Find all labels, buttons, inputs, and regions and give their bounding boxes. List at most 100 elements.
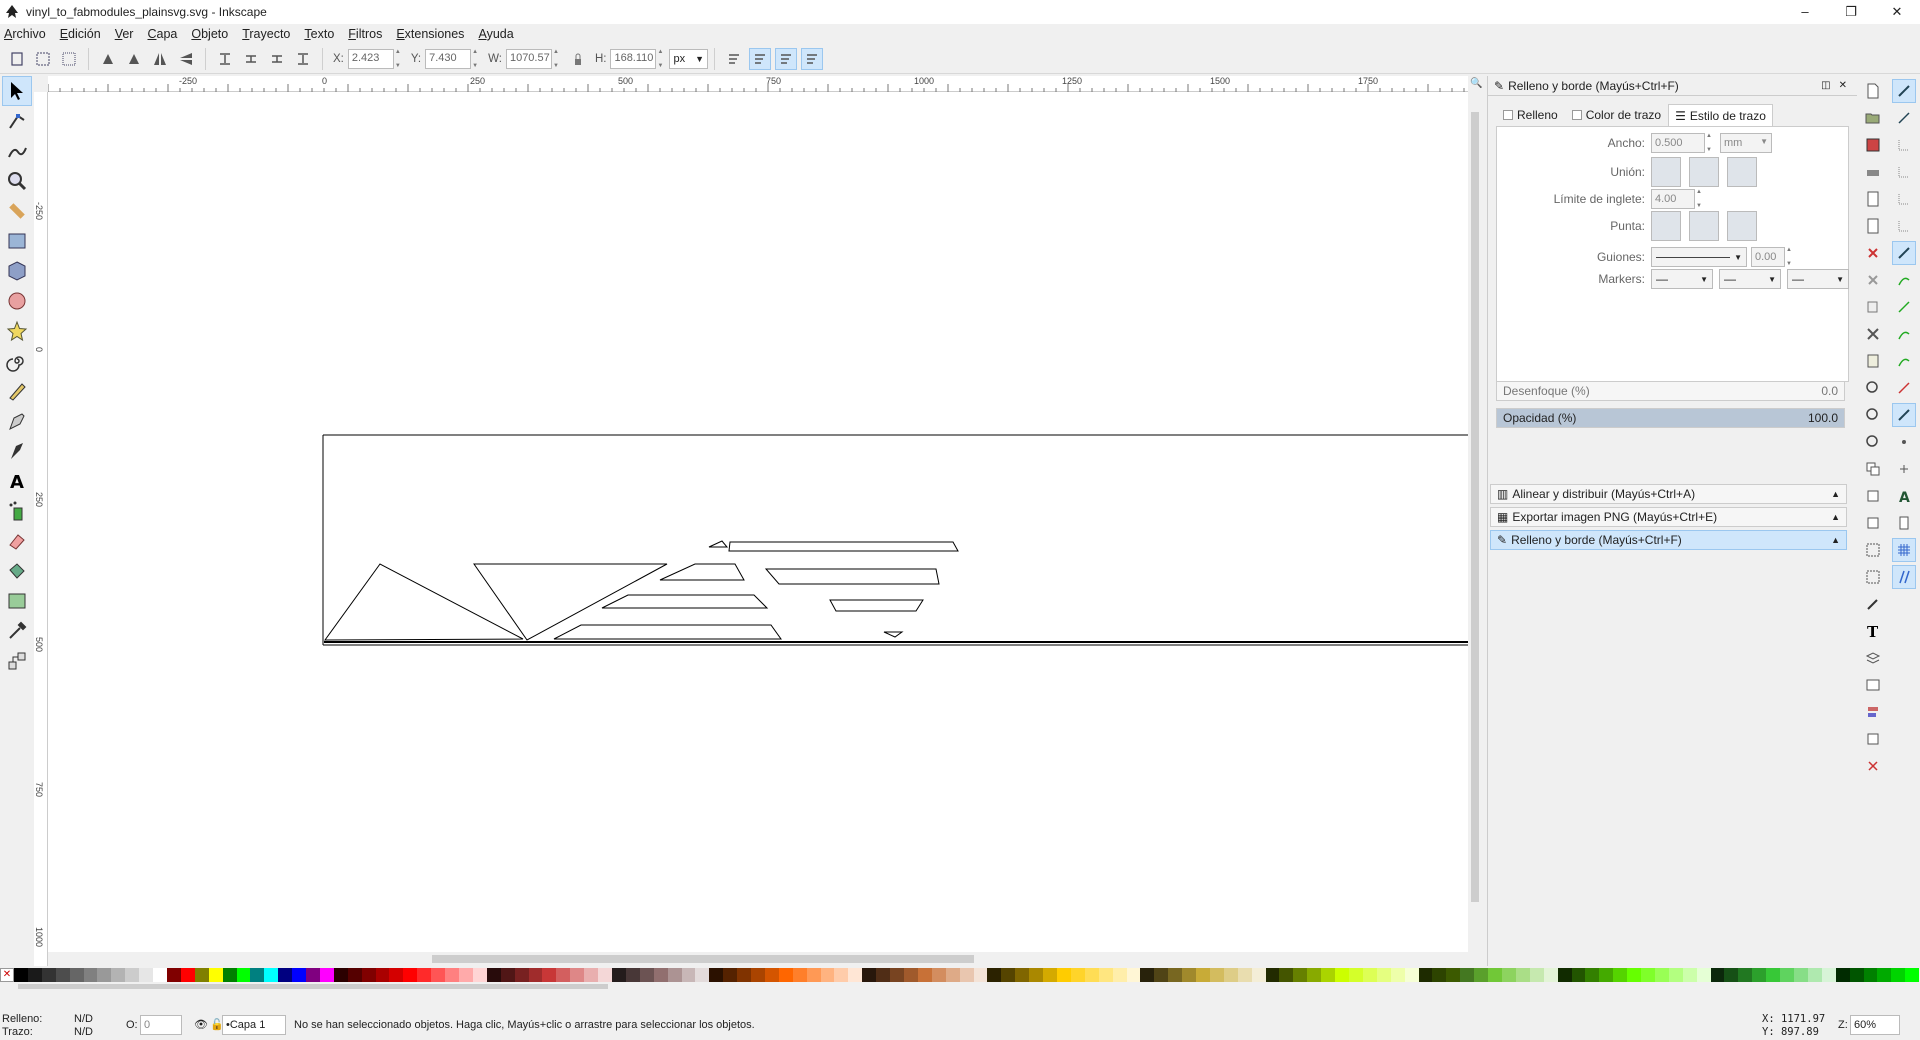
paint-bucket-tool-icon[interactable] <box>2 556 32 586</box>
cut-icon[interactable] <box>1861 322 1885 346</box>
color-swatch[interactable] <box>1501 968 1516 982</box>
color-swatch[interactable] <box>737 968 752 982</box>
color-swatch[interactable] <box>1015 968 1030 982</box>
select-all-layers-icon[interactable] <box>32 48 54 70</box>
raise-icon[interactable] <box>266 48 288 70</box>
color-swatch[interactable] <box>111 968 126 982</box>
color-swatch[interactable] <box>764 968 779 982</box>
color-swatch[interactable] <box>1891 968 1906 982</box>
x-input[interactable]: 2.423 <box>347 48 394 69</box>
color-swatch[interactable] <box>1682 968 1697 982</box>
color-swatch[interactable] <box>1070 968 1085 982</box>
tweak-tool-icon[interactable] <box>2 136 32 166</box>
color-swatch[interactable] <box>459 968 473 982</box>
unit-select[interactable]: px ▼ <box>669 48 708 69</box>
color-swatch[interactable] <box>1474 968 1489 982</box>
eraser-tool-icon[interactable] <box>2 526 32 556</box>
shape-strip-3[interactable] <box>659 563 745 581</box>
color-swatch[interactable] <box>1696 968 1711 982</box>
maximize-button[interactable]: ❐ <box>1828 0 1874 24</box>
zoom-input[interactable]: 60% <box>1850 1015 1900 1035</box>
snap-bbox-corners-icon[interactable] <box>1892 160 1916 184</box>
color-swatch[interactable] <box>1265 968 1280 982</box>
snap-guides-icon[interactable] <box>1892 565 1916 589</box>
zoom-drawing-icon[interactable] <box>1861 403 1885 427</box>
flip-horizontal-icon[interactable] <box>149 48 171 70</box>
text-font-icon[interactable]: T <box>1861 619 1885 643</box>
blur-slider[interactable]: Desenfoque (%) 0.0 <box>1496 381 1845 401</box>
drawing-canvas[interactable] <box>48 92 1468 952</box>
3d-box-tool-icon[interactable] <box>2 256 32 286</box>
color-palette[interactable]: ✕ <box>0 968 1920 982</box>
color-swatch[interactable] <box>194 968 209 982</box>
zoom-tool-icon[interactable] <box>2 166 32 196</box>
miter-limit-input[interactable]: 4.00 <box>1651 189 1695 209</box>
tab-estilo-trazo[interactable]: ☰ Estilo de trazo <box>1668 104 1773 126</box>
stroke-width-spinner[interactable]: ▲ ▼ <box>1706 133 1714 153</box>
color-swatch[interactable] <box>890 968 904 982</box>
snap-bbox-icon[interactable] <box>1892 106 1916 130</box>
opacity-input[interactable]: 0 <box>140 1015 182 1035</box>
color-swatch[interactable] <box>667 968 682 982</box>
color-swatch[interactable] <box>1585 968 1600 982</box>
color-swatch[interactable] <box>987 968 1002 982</box>
pen-tool-icon[interactable] <box>2 406 32 436</box>
color-swatch[interactable] <box>1349 968 1363 982</box>
color-swatch[interactable] <box>14 968 28 982</box>
color-swatch[interactable] <box>1752 968 1767 982</box>
color-swatch[interactable] <box>1029 968 1044 982</box>
pencil-tool-icon[interactable] <box>2 376 32 406</box>
color-swatch[interactable] <box>1529 968 1544 982</box>
cap-round-icon[interactable] <box>1689 211 1719 241</box>
no-paint-swatch[interactable]: ✕ <box>0 968 14 982</box>
color-swatch[interactable] <box>1571 968 1586 982</box>
tab-relleno[interactable]: Relleno <box>1496 104 1565 126</box>
snap-text-baseline-icon[interactable]: A <box>1892 484 1916 508</box>
h-input[interactable]: 168.110 <box>610 48 657 69</box>
color-swatch[interactable] <box>1098 968 1113 982</box>
color-swatch[interactable] <box>1460 968 1475 982</box>
color-swatch[interactable] <box>1654 968 1669 982</box>
color-swatch[interactable] <box>1710 968 1725 982</box>
color-swatch[interactable] <box>347 968 362 982</box>
horizontal-scrollbar[interactable] <box>48 952 1468 966</box>
color-swatch[interactable] <box>639 968 654 982</box>
color-swatch[interactable] <box>653 968 668 982</box>
menu-objeto[interactable]: Objeto <box>191 27 228 41</box>
snap-paths-icon[interactable] <box>1892 268 1916 292</box>
eye-icon[interactable]: 👁 <box>194 1018 208 1031</box>
color-swatch[interactable] <box>584 968 599 982</box>
color-swatch[interactable] <box>472 968 487 982</box>
zoom-page-icon[interactable] <box>1861 430 1885 454</box>
color-swatch[interactable] <box>1251 968 1266 982</box>
color-swatch[interactable] <box>139 968 154 982</box>
menu-texto[interactable]: Texto <box>304 27 334 41</box>
color-swatch[interactable] <box>1209 968 1224 982</box>
color-swatch[interactable] <box>250 968 265 982</box>
color-swatch[interactable] <box>862 968 877 982</box>
rotate-cw-icon[interactable] <box>123 48 145 70</box>
color-swatch[interactable] <box>931 968 946 982</box>
fill-indicator[interactable]: N/D <box>74 1013 93 1025</box>
color-swatch[interactable] <box>180 968 195 982</box>
color-swatch[interactable] <box>542 968 557 982</box>
clone-icon[interactable] <box>1861 484 1885 508</box>
color-swatch[interactable] <box>1362 968 1377 982</box>
menu-ver[interactable]: Ver <box>115 27 134 41</box>
stroke-unit-select[interactable]: mm ▼ <box>1720 133 1772 153</box>
color-swatch[interactable] <box>292 968 307 982</box>
shape-strip-2[interactable] <box>601 594 769 609</box>
color-swatch[interactable] <box>556 968 571 982</box>
vertical-scrollbar[interactable]: 🔍 <box>1468 76 1482 966</box>
horizontal-scroll-thumb[interactable] <box>432 955 974 963</box>
color-swatch[interactable] <box>1196 968 1210 982</box>
color-swatch[interactable] <box>1307 968 1322 982</box>
color-swatch[interactable] <box>1140 968 1155 982</box>
close-button[interactable]: ✕ <box>1874 0 1920 24</box>
shape-strip-4[interactable] <box>728 541 959 552</box>
palette-scrollbar[interactable] <box>0 982 1920 990</box>
color-swatch[interactable] <box>1738 968 1753 982</box>
color-swatch[interactable] <box>834 968 849 982</box>
color-swatch[interactable] <box>973 968 988 982</box>
color-swatch[interactable] <box>222 968 237 982</box>
